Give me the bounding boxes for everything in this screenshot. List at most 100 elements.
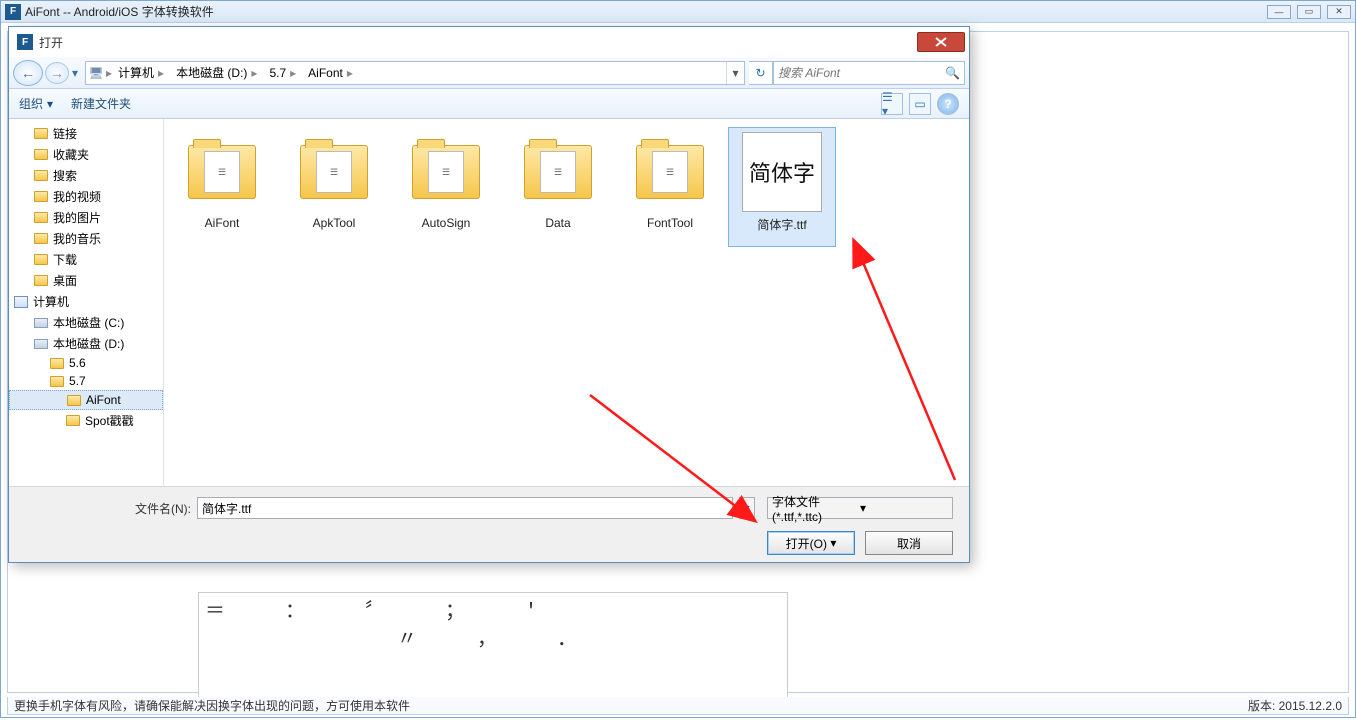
folder-tree[interactable]: 链接收藏夹搜索我的视频我的图片我的音乐下载桌面计算机本地磁盘 (C:) 本地磁盘 …: [9, 119, 164, 486]
filename-input[interactable]: [197, 497, 733, 519]
breadcrumb-seg-0[interactable]: 计算机▸: [112, 64, 170, 81]
search-box[interactable]: 🔍: [773, 61, 965, 85]
dialog-titlebar[interactable]: F 打开: [9, 27, 969, 57]
status-bar: 更换手机字体有风险，请确保能解决因换字体出现的问题，方可使用本软件 版本: 20…: [7, 697, 1349, 715]
dialog-content: 链接收藏夹搜索我的视频我的图片我的音乐下载桌面计算机本地磁盘 (C:) 本地磁盘 …: [9, 119, 969, 486]
preview-panel: ＝ ： 〞 ； ' 〃 ， ．: [198, 592, 788, 702]
tree-item-label: 5.7: [69, 374, 86, 388]
file-item-folder[interactable]: ☰AiFont: [168, 127, 276, 247]
search-input[interactable]: [778, 66, 945, 80]
font-file-icon: 简体字: [742, 132, 822, 212]
tree-item-label: Spot戳戳: [85, 412, 134, 429]
file-item-folder[interactable]: ☰AutoSign: [392, 127, 500, 247]
tree-item[interactable]: 5.6: [9, 354, 163, 372]
back-button[interactable]: ←: [13, 60, 43, 86]
folder-icon: ☰: [182, 132, 262, 212]
tree-item[interactable]: 我的音乐: [9, 228, 163, 249]
folder-icon: [65, 414, 81, 428]
dialog-title: 打开: [39, 34, 917, 51]
view-mode-button[interactable]: ☰ ▾: [881, 93, 903, 115]
computer-icon: [13, 295, 29, 309]
breadcrumb-bar[interactable]: 🖥 ▸ 计算机▸ 本地磁盘 (D:)▸ 5.7▸ AiFont▸ ▾: [85, 61, 745, 85]
cancel-button[interactable]: 取消: [865, 531, 953, 555]
tree-item[interactable]: 搜索: [9, 165, 163, 186]
tree-item-label: 我的音乐: [53, 230, 101, 247]
tree-item-label: 桌面: [53, 272, 77, 289]
folder-icon: ☰: [294, 132, 374, 212]
tree-item[interactable]: 计算机: [9, 291, 163, 312]
dialog-icon: F: [17, 34, 33, 50]
drive-icon: [33, 316, 49, 330]
folder-icon: [33, 190, 49, 204]
close-button[interactable]: ✕: [1327, 5, 1351, 19]
file-list-pane[interactable]: ☰AiFont☰ApkTool☰AutoSign☰Data☰FontTool简体…: [164, 119, 969, 486]
filename-dropdown[interactable]: ▾: [739, 497, 755, 519]
dialog-close-button[interactable]: [917, 32, 965, 52]
status-warning: 更换手机字体有风险，请确保能解决因换字体出现的问题，方可使用本软件: [14, 697, 1248, 714]
breadcrumb-seg-3[interactable]: AiFont▸: [302, 66, 359, 80]
file-item-folder[interactable]: ☰Data: [504, 127, 612, 247]
status-version: 版本: 2015.12.2.0: [1248, 697, 1342, 714]
file-item-label: AiFont: [173, 212, 271, 230]
tree-item[interactable]: 本地磁盘 (D:): [9, 333, 163, 354]
file-type-filter[interactable]: 字体文件(*.ttf,*.ttc)▾: [767, 497, 953, 519]
file-item-label: FontTool: [621, 212, 719, 230]
tree-item-label: AiFont: [86, 393, 121, 407]
folder-icon: [33, 274, 49, 288]
tree-item[interactable]: 收藏夹: [9, 144, 163, 165]
folder-icon: ☰: [518, 132, 598, 212]
open-button[interactable]: 打开(O) ▾: [767, 531, 855, 555]
organize-button[interactable]: 组织▾: [19, 95, 53, 112]
folder-icon: [33, 148, 49, 162]
file-item-label: Data: [509, 212, 607, 230]
app-titlebar: F AiFont -- Android/iOS 字体转换软件 — ▭ ✕: [1, 1, 1355, 23]
tree-item-label: 收藏夹: [53, 146, 89, 163]
history-dropdown[interactable]: ▾: [69, 60, 81, 86]
chevron-down-icon: ▾: [860, 501, 948, 515]
app-icon: F: [5, 4, 21, 20]
folder-icon: ☰: [630, 132, 710, 212]
file-item-label: 简体字.ttf: [733, 212, 831, 233]
folder-icon: [33, 232, 49, 246]
tree-item[interactable]: 链接: [9, 123, 163, 144]
app-title: AiFont -- Android/iOS 字体转换软件: [25, 3, 1267, 20]
preview-pane-button[interactable]: ▭: [909, 93, 931, 115]
help-button[interactable]: ?: [937, 93, 959, 115]
folder-icon: [33, 253, 49, 267]
tree-item[interactable]: 我的图片: [9, 207, 163, 228]
tree-item-label: 计算机: [33, 293, 69, 310]
folder-icon: [33, 169, 49, 183]
minimize-button[interactable]: —: [1267, 5, 1291, 19]
breadcrumb-seg-2[interactable]: 5.7▸: [263, 66, 302, 80]
dialog-bottom-panel: 文件名(N): ▾ 字体文件(*.ttf,*.ttc)▾ 打开(O) ▾ 取消: [9, 486, 969, 562]
folder-icon: [33, 211, 49, 225]
open-file-dialog: F 打开 ← → ▾ 🖥 ▸ 计算机▸ 本地磁盘 (D:)▸ 5.7▸ AiFo…: [8, 26, 970, 563]
tree-item[interactable]: 我的视频: [9, 186, 163, 207]
search-icon[interactable]: 🔍: [945, 66, 960, 80]
tree-item-label: 本地磁盘 (C:): [53, 314, 124, 331]
dialog-nav-bar: ← → ▾ 🖥 ▸ 计算机▸ 本地磁盘 (D:)▸ 5.7▸ AiFont▸ ▾…: [9, 57, 969, 89]
forward-button[interactable]: →: [45, 62, 69, 84]
tree-item[interactable]: 本地磁盘 (C:): [9, 312, 163, 333]
refresh-button[interactable]: ↻: [749, 61, 773, 85]
tree-item[interactable]: AiFont: [9, 390, 163, 410]
folder-icon: [66, 393, 82, 407]
dialog-toolbar: 组织▾ 新建文件夹 ☰ ▾ ▭ ?: [9, 89, 969, 119]
file-item-folder[interactable]: ☰FontTool: [616, 127, 724, 247]
tree-item-label: 我的视频: [53, 188, 101, 205]
tree-item-label: 链接: [53, 125, 77, 142]
tree-item[interactable]: 下载: [9, 249, 163, 270]
tree-item[interactable]: 5.7: [9, 372, 163, 390]
tree-item-label: 搜索: [53, 167, 77, 184]
tree-item[interactable]: Spot戳戳: [9, 410, 163, 431]
folder-icon: ☰: [406, 132, 486, 212]
breadcrumb-seg-1[interactable]: 本地磁盘 (D:)▸: [170, 64, 263, 81]
filename-label: 文件名(N):: [25, 500, 191, 517]
file-item-font[interactable]: 简体字简体字.ttf: [728, 127, 836, 247]
breadcrumb-dropdown[interactable]: ▾: [726, 62, 744, 84]
file-item-label: AutoSign: [397, 212, 495, 230]
new-folder-button[interactable]: 新建文件夹: [71, 95, 131, 112]
maximize-button[interactable]: ▭: [1297, 5, 1321, 19]
tree-item[interactable]: 桌面: [9, 270, 163, 291]
file-item-folder[interactable]: ☰ApkTool: [280, 127, 388, 247]
